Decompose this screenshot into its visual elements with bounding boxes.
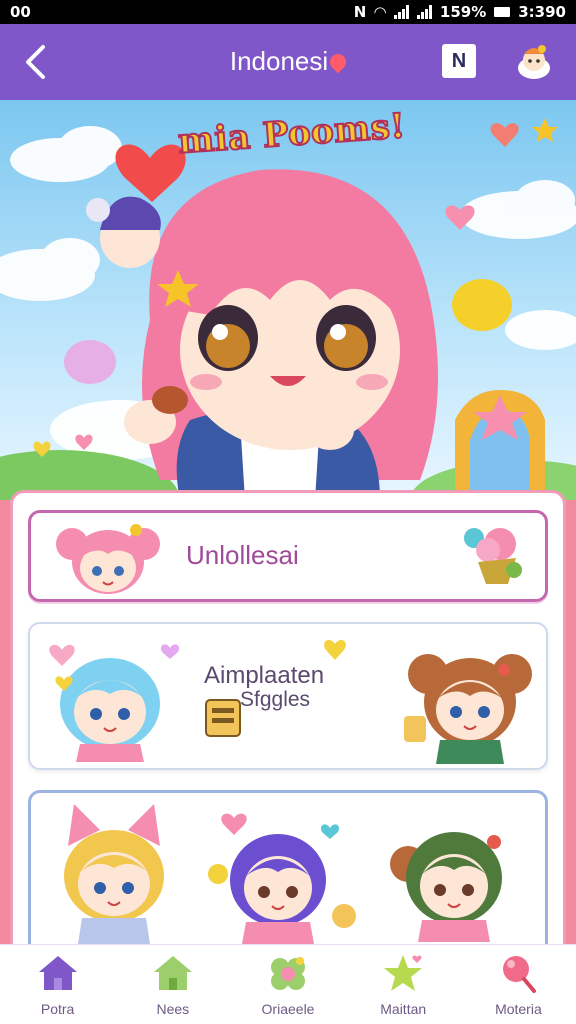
gift-box-icon: [205, 699, 241, 737]
nav-label-oriaeele: Oriaeele: [261, 1001, 315, 1017]
star-icon: [384, 955, 423, 991]
nav-label-moteria: Moteria: [495, 1001, 542, 1017]
house-icon: [153, 956, 192, 990]
purple-hair-avatar: [208, 813, 356, 944]
status-bar: 00 N ◠ 159% 3:390: [0, 0, 576, 24]
panel-edge-right: [566, 500, 576, 950]
app-screen: 00 N ◠ 159% 3:390 Indonesi N mia Pooms! …: [0, 0, 576, 1024]
pink-hair-avatar: [56, 524, 160, 594]
wifi-icon: ◠: [374, 3, 386, 21]
status-left-text: 00: [10, 3, 31, 21]
hero-illustration: [0, 118, 576, 500]
heart-icon: [324, 639, 346, 660]
mascot-icon: [518, 45, 550, 79]
list-card-1-label: Unlollesai: [186, 540, 299, 570]
status-icons: N ◠ 159% 3:390: [354, 3, 566, 21]
nav-item-maittan[interactable]: Maittan: [346, 945, 461, 1024]
flower-icon: [271, 957, 305, 990]
green-hair-avatar: [390, 832, 502, 942]
nav-item-nees[interactable]: Nees: [115, 945, 230, 1024]
clock: 3:390: [518, 3, 566, 21]
candy-icon: [503, 956, 537, 993]
blonde-cat-ear-avatar: [64, 804, 164, 944]
nav-label-maittan: Maittan: [380, 1001, 427, 1017]
nav-label-potra: Potra: [40, 1001, 75, 1017]
nav-item-moteria[interactable]: Moteria: [461, 945, 576, 1024]
nav-label-nees: Nees: [156, 1001, 190, 1017]
mascot-profile-button[interactable]: [512, 40, 556, 84]
cupcake-icon: [464, 528, 522, 584]
panel-edge-left: [0, 500, 10, 950]
hero-banner[interactable]: mia Pooms!: [0, 100, 576, 500]
nav-item-oriaeele[interactable]: Oriaeele: [230, 945, 345, 1024]
n-button[interactable]: N: [442, 44, 476, 78]
app-bar: Indonesi N: [0, 24, 576, 100]
page-title: Indonesi: [0, 46, 576, 77]
location-pin-icon: [326, 50, 350, 74]
battery-icon: [494, 7, 511, 17]
nav-item-potra[interactable]: Potra: [0, 945, 115, 1024]
blue-hair-avatar: [49, 644, 180, 762]
bottom-navigation: Potra Nees Oriaeele Maittan Moteria: [0, 944, 576, 1024]
house-icon: [38, 956, 77, 990]
page-title-text: Indonesi: [229, 46, 329, 76]
nfc-icon: N: [353, 3, 367, 21]
battery-percent: 159%: [439, 3, 487, 21]
list-card-2-sublabel: Sfggles: [240, 688, 311, 711]
brown-hair-avatar: [404, 654, 532, 764]
signal-icon-2: [416, 5, 432, 19]
signal-icon: [393, 5, 409, 19]
